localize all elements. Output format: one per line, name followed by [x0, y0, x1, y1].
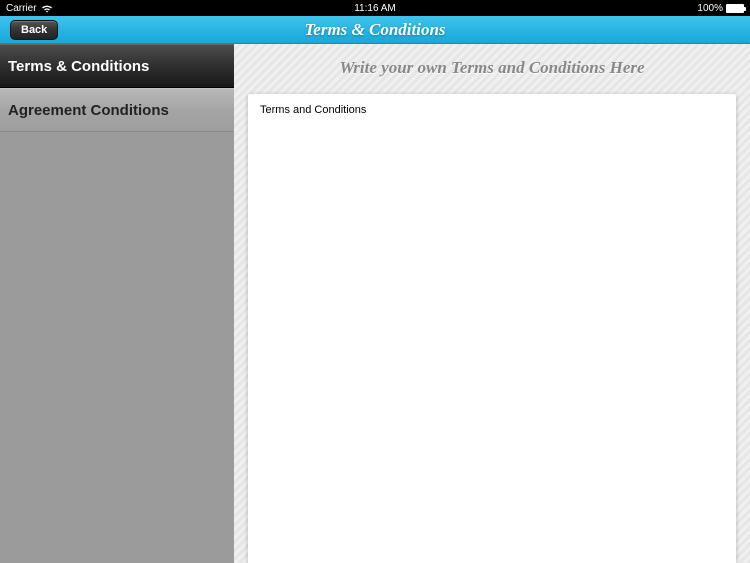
battery-icon	[726, 4, 744, 13]
sidebar: Terms & Conditions Agreement Conditions	[0, 44, 234, 563]
status-right: 100%	[697, 3, 744, 14]
content-area: Write your own Terms and Conditions Here…	[234, 44, 750, 563]
content-header: Write your own Terms and Conditions Here	[234, 44, 750, 94]
nav-bar: Back Terms & Conditions	[0, 16, 750, 44]
sidebar-item-terms[interactable]: Terms & Conditions	[0, 44, 234, 88]
wifi-icon	[41, 4, 53, 13]
back-button[interactable]: Back	[10, 20, 58, 40]
sidebar-item-label: Agreement Conditions	[8, 102, 169, 119]
battery-percent: 100%	[697, 3, 723, 14]
status-left: Carrier	[6, 3, 53, 14]
page-title: Terms & Conditions	[304, 20, 445, 40]
main-area: Terms & Conditions Agreement Conditions …	[0, 44, 750, 563]
sidebar-item-agreement[interactable]: Agreement Conditions	[0, 88, 234, 132]
carrier-label: Carrier	[6, 3, 37, 14]
sidebar-item-label: Terms & Conditions	[8, 58, 149, 75]
terms-textarea[interactable]: Terms and Conditions	[248, 94, 736, 563]
terms-text: Terms and Conditions	[260, 104, 366, 116]
status-time: 11:16 AM	[354, 3, 396, 14]
status-bar: Carrier 11:16 AM 100%	[0, 0, 750, 16]
